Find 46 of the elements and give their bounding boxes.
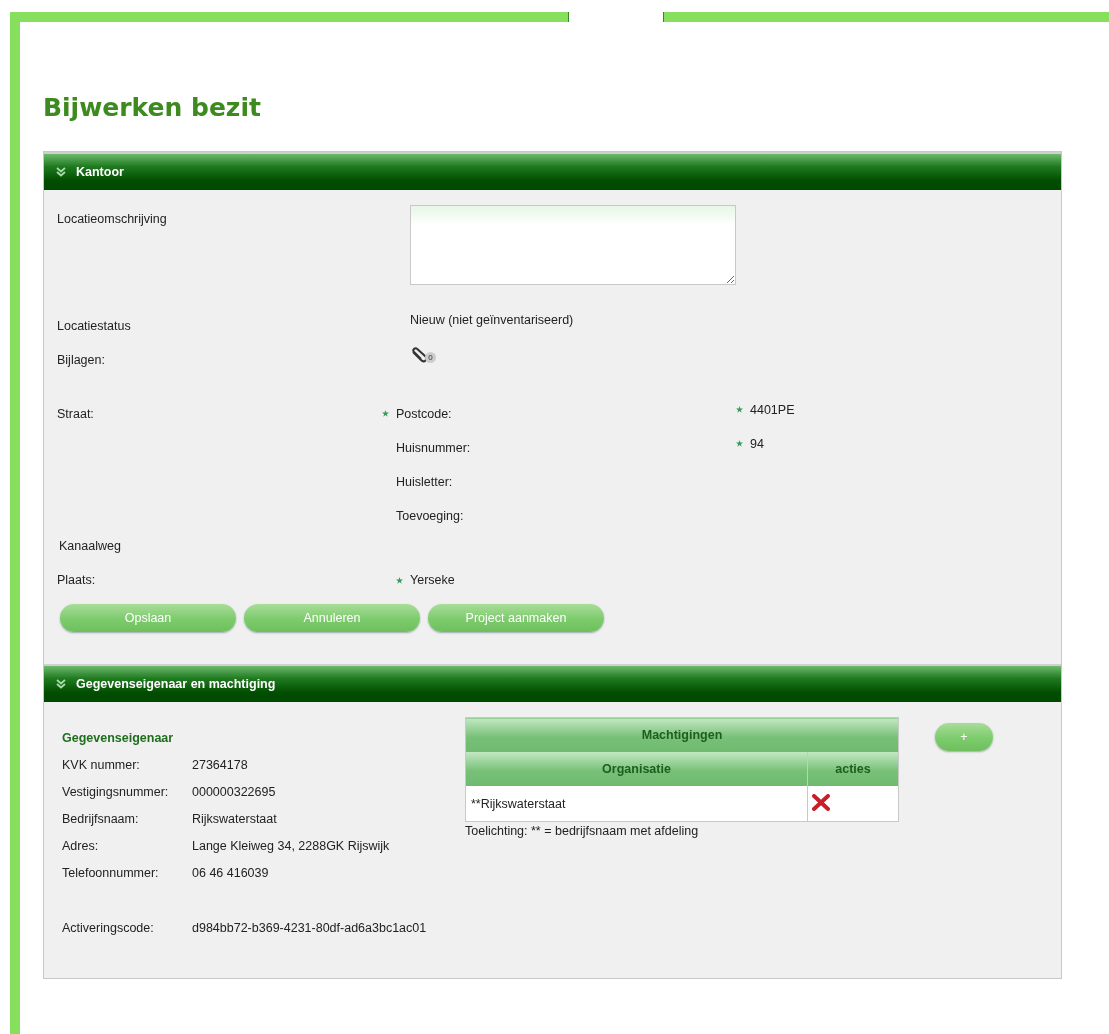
field-label: Postcode: bbox=[396, 407, 452, 423]
count-badge: 0 bbox=[425, 352, 436, 363]
field-label: Toevoeging: bbox=[396, 509, 464, 525]
page-title: Bijwerken bezit bbox=[43, 93, 262, 124]
field-label: Huisnummer: bbox=[396, 441, 471, 457]
field-value: 06 46 416039 bbox=[192, 866, 269, 882]
action-button[interactable]: Annuleren bbox=[244, 604, 420, 632]
table-title: Machtigingen bbox=[465, 717, 899, 752]
field-value: Lange Kleiweg 34, 2288GK Rijswijk bbox=[192, 839, 390, 855]
field-value: 000000322695 bbox=[192, 785, 276, 801]
section-title: Gegevenseigenaar en machtiging bbox=[76, 677, 276, 691]
field-value: 4401PE bbox=[750, 403, 795, 419]
field-label: Locatieomschrijving bbox=[57, 211, 168, 226]
field-label: Bijlagen: bbox=[57, 352, 106, 367]
field-label: Plaats: bbox=[57, 573, 97, 587]
section-title: Kantoor bbox=[76, 165, 124, 179]
field-value: 94 bbox=[750, 437, 764, 453]
action-button[interactable]: Opslaan bbox=[60, 604, 236, 632]
field-label: Straat: bbox=[57, 406, 95, 421]
chevron-icon bbox=[56, 679, 66, 689]
field-value: 27364178 bbox=[192, 758, 248, 774]
subsection-title: Gegevenseigenaar bbox=[62, 731, 175, 747]
chevron-icon bbox=[56, 167, 66, 177]
field-label: Bedrijfsnaam: bbox=[62, 812, 140, 828]
field-value: Nieuw (niet geïnventariseerd) bbox=[410, 313, 574, 327]
section-header[interactable]: Kantoor bbox=[44, 152, 1061, 190]
action-button[interactable]: Project aanmaken bbox=[428, 604, 604, 632]
field-label: Huisletter: bbox=[396, 475, 453, 491]
column-header: Organisatie bbox=[465, 752, 808, 786]
table-cell: **Rijkswaterstaat bbox=[465, 786, 808, 822]
note-text: Toelichting: ** = bedrijfsnaam met afdeling bbox=[465, 823, 700, 838]
field-value: Rijkswaterstaat bbox=[192, 812, 277, 828]
field-value: Yerseke bbox=[410, 573, 455, 587]
field-label: Telefoonnummer: bbox=[62, 866, 160, 882]
field-label: KVK nummer: bbox=[62, 758, 141, 774]
field-label: Adres: bbox=[62, 839, 100, 855]
section-header[interactable]: Gegevenseigenaar en machtiging bbox=[44, 664, 1061, 702]
field-label: Locatiestatus bbox=[57, 318, 132, 333]
delete-icon[interactable] bbox=[812, 793, 830, 811]
column-header: acties bbox=[807, 752, 899, 786]
add-button[interactable]: + bbox=[935, 723, 993, 751]
field-value: d984bb72-b369-4231-80df-ad6a3bc1ac01 bbox=[192, 921, 427, 937]
field-label: Activeringscode: bbox=[62, 921, 155, 937]
field-value: Kanaalweg bbox=[58, 539, 122, 553]
field-label: Vestigingsnummer: bbox=[62, 785, 170, 801]
paperclip-icon[interactable] bbox=[410, 347, 428, 363]
